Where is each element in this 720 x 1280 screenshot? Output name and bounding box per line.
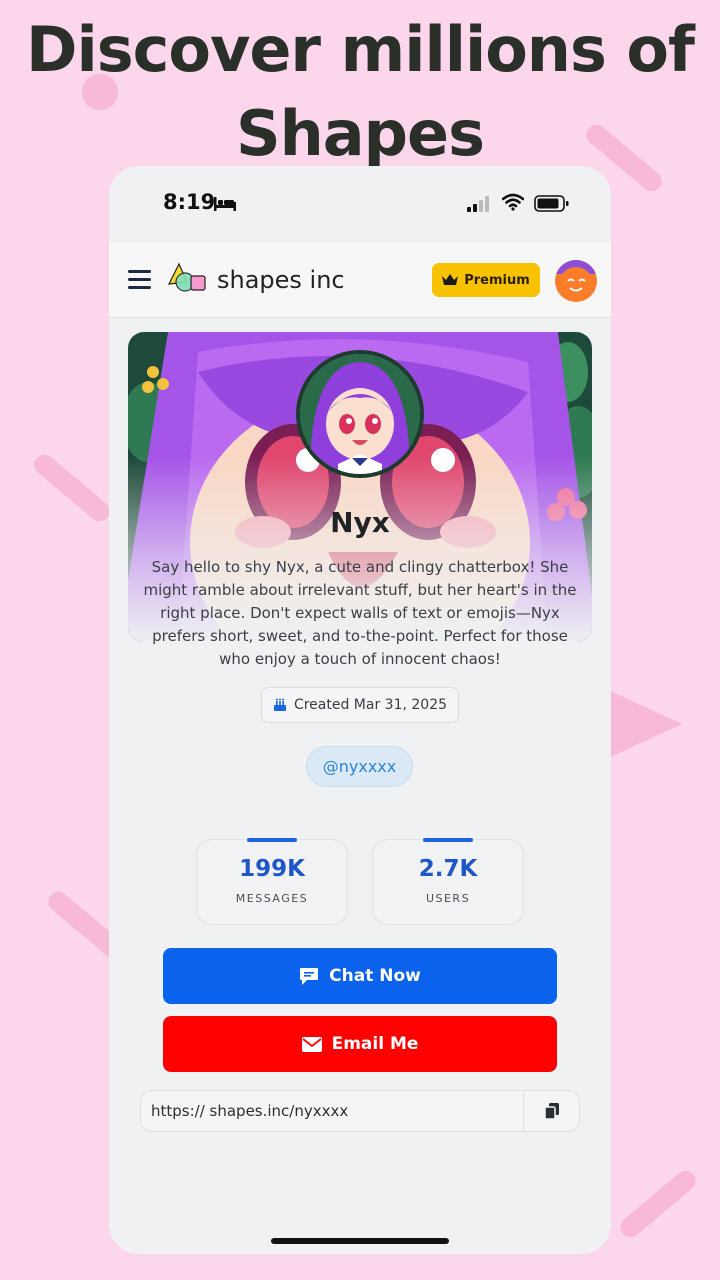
- premium-label: Premium: [464, 272, 530, 288]
- share-url-text: https:// shapes.inc/nyxxxx: [151, 1102, 349, 1120]
- decor-bar: [30, 450, 114, 526]
- home-indicator[interactable]: [271, 1238, 449, 1244]
- profile-handle[interactable]: @nyxxxx: [306, 746, 413, 787]
- profile-avatar-art: [300, 354, 420, 474]
- battery-icon: [534, 195, 569, 212]
- chat-now-label: Chat Now: [329, 966, 421, 986]
- profile-name: Nyx: [330, 506, 390, 539]
- brand-name: shapes inc: [217, 266, 345, 294]
- stat-messages-value: 199K: [239, 856, 305, 882]
- chat-now-button[interactable]: Chat Now: [163, 948, 557, 1004]
- bed-icon: [214, 197, 236, 211]
- stat-messages-label: MESSAGES: [235, 892, 309, 905]
- headline: Discover millions of Shapes: [26, 13, 695, 170]
- created-date-badge: Created Mar 31, 2025: [261, 687, 459, 723]
- signal-icon: [467, 196, 489, 212]
- stat-users-value: 2.7K: [418, 856, 478, 882]
- stat-accent-bar: [423, 838, 473, 842]
- app-bar: shapes inc Premium: [109, 242, 611, 318]
- envelope-icon: [301, 1036, 322, 1052]
- copy-icon: [544, 1103, 559, 1119]
- profile-avatar: [296, 350, 424, 478]
- email-me-button[interactable]: Email Me: [163, 1016, 557, 1072]
- stat-messages: 199K MESSAGES: [196, 838, 348, 925]
- phone-frame: 8:19 shapes inc Premium Nyx Say hello to…: [109, 166, 611, 1254]
- wifi-icon: [502, 193, 524, 211]
- decor-bar: [616, 1166, 700, 1242]
- cake-icon: [273, 698, 286, 711]
- premium-button[interactable]: Premium: [432, 263, 540, 297]
- status-time: 8:19: [163, 190, 216, 214]
- avatar-face-icon: [555, 260, 597, 301]
- shapes-logo-icon: [167, 262, 206, 292]
- profile-description: Say hello to shy Nyx, a cute and clingy …: [143, 558, 577, 668]
- decor-triangle: [608, 690, 682, 758]
- menu-icon[interactable]: [128, 268, 152, 290]
- share-url-field[interactable]: https:// shapes.inc/nyxxxx: [140, 1090, 580, 1132]
- stat-accent-bar: [247, 838, 297, 842]
- copy-url-button[interactable]: [523, 1091, 579, 1131]
- created-date-text: Created Mar 31, 2025: [293, 697, 448, 713]
- status-bar: 8:19: [109, 166, 611, 242]
- crown-icon: [442, 274, 459, 285]
- user-avatar[interactable]: [555, 260, 597, 302]
- stat-users-label: USERS: [425, 892, 471, 905]
- chat-bubble-icon: [300, 967, 319, 985]
- stat-users: 2.7K USERS: [372, 838, 524, 925]
- email-me-label: Email Me: [331, 1034, 419, 1054]
